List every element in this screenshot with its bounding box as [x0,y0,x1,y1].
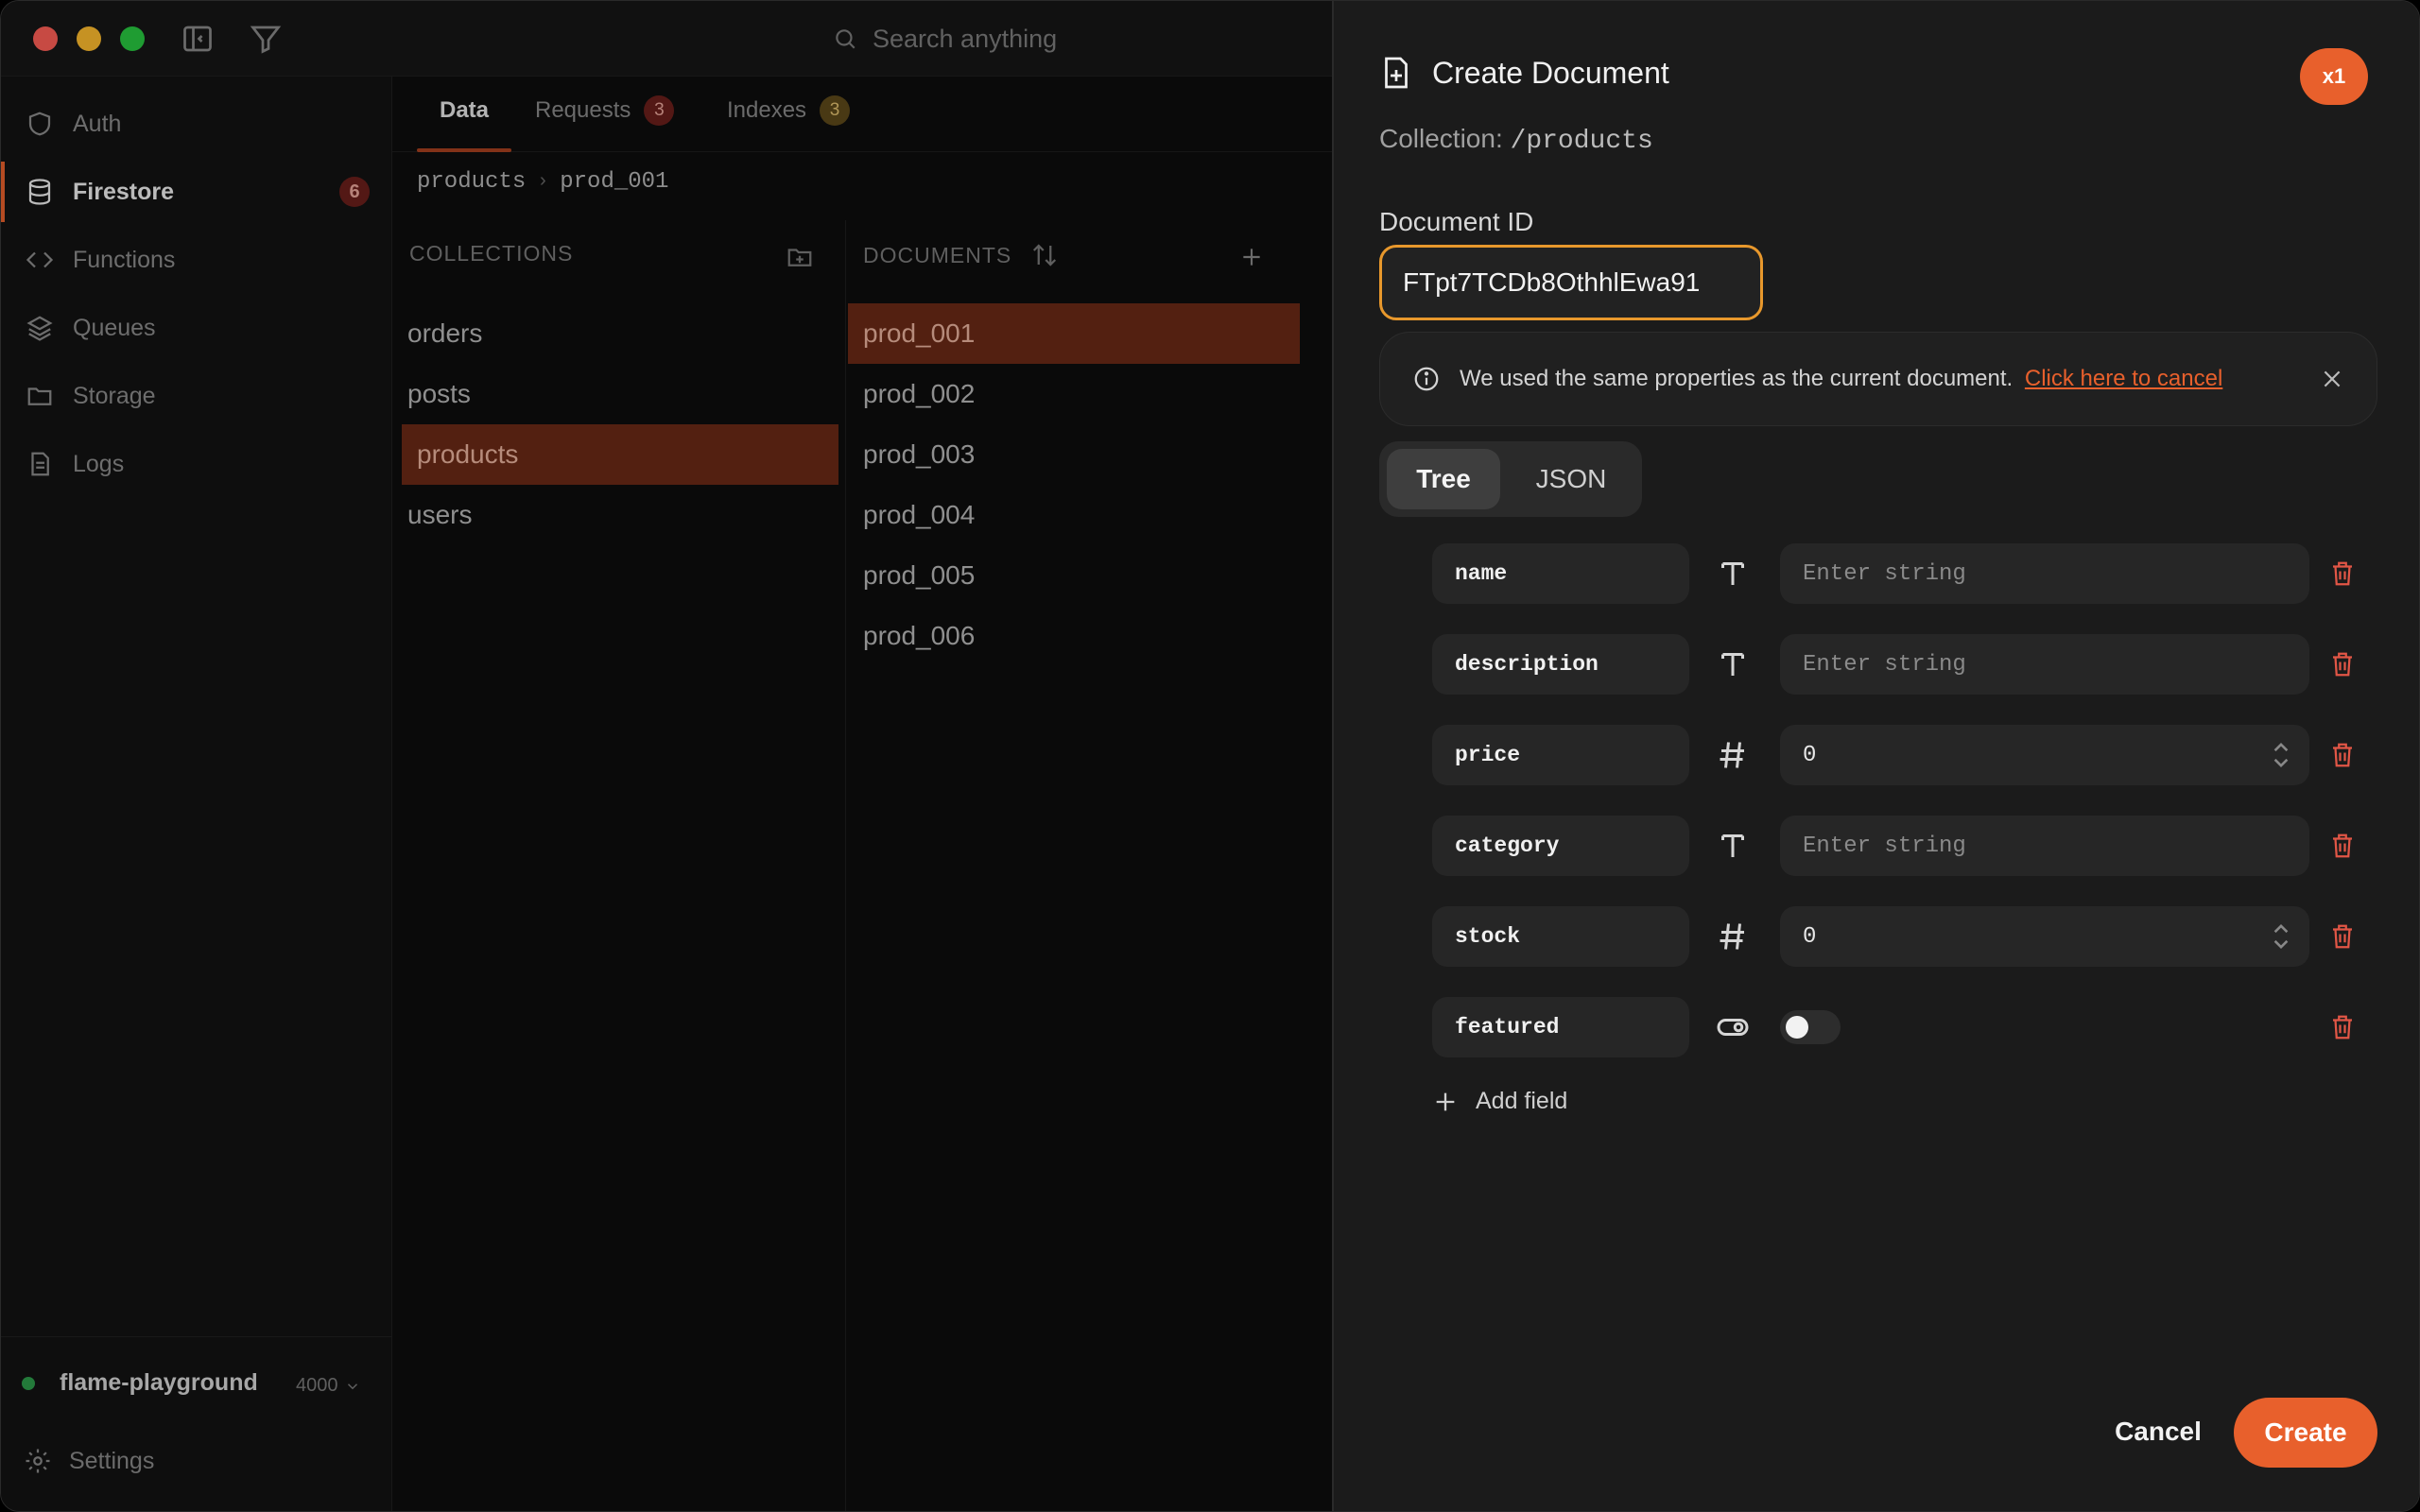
collection-path-value: /products [1510,127,1653,156]
document-id-label: Document ID [1379,207,1534,236]
view-toggle: Tree JSON [1379,441,1642,517]
app-window: Search anything Auth Firestore 6 Functio… [0,0,2420,1512]
document-count-badge[interactable]: x1 [2300,48,2368,105]
document-id-input[interactable]: FTpt7TCDb8OthhlEwa91 [1379,245,1763,320]
trash-icon[interactable] [2328,558,2357,589]
drawer-title-text: Create Document [1432,55,1669,90]
field-name-input[interactable]: price [1432,725,1689,785]
number-type-icon[interactable] [1716,919,1750,954]
field-value-input[interactable]: 0 [1780,906,2309,967]
string-type-icon[interactable] [1716,829,1750,863]
collection-path-label: Collection: [1379,124,1503,153]
tab-json[interactable]: JSON [1508,449,1634,509]
field-value-input[interactable]: Enter string [1780,543,2309,604]
create-button[interactable]: Create [2234,1398,2377,1468]
field-row: description Enter string [1432,634,2377,695]
field-row: featured [1432,997,2377,1057]
field-value-input[interactable]: Enter string [1780,816,2309,876]
stepper-icon[interactable] [2272,740,2290,770]
plus-icon [1436,1092,1455,1110]
info-notice: We used the same properties as the curre… [1379,332,2377,426]
add-field-label: Add field [1476,1088,1568,1114]
string-type-icon[interactable] [1716,647,1750,681]
field-row: price 0 [1432,725,2377,785]
field-name-input[interactable]: category [1432,816,1689,876]
file-plus-icon [1385,57,1408,89]
boolean-type-icon[interactable] [1716,1010,1750,1044]
info-icon [1414,367,1439,391]
trash-icon[interactable] [2328,831,2357,861]
field-value: 0 [1803,923,1817,950]
cancel-prefill-link[interactable]: Click here to cancel [2025,366,2222,391]
field-value: 0 [1803,742,1817,768]
featured-toggle[interactable] [1780,1010,1841,1044]
create-document-drawer: Create Document x1 Collection: /products… [1332,1,2419,1511]
field-row: category Enter string [1432,816,2377,876]
tab-tree[interactable]: Tree [1387,449,1500,509]
field-name-input[interactable]: name [1432,543,1689,604]
field-name-input[interactable]: description [1432,634,1689,695]
string-type-icon[interactable] [1716,557,1750,591]
close-icon[interactable] [2320,367,2344,391]
number-type-icon[interactable] [1716,738,1750,772]
trash-icon[interactable] [2328,1012,2357,1042]
trash-icon[interactable] [2328,921,2357,952]
trash-icon[interactable] [2328,649,2357,679]
trash-icon[interactable] [2328,740,2357,770]
modal-backdrop[interactable] [1,1,1332,1511]
drawer-title: Create Document [1379,54,1669,92]
add-field-button[interactable]: Add field [1432,1088,1567,1115]
field-value-input[interactable]: 0 [1780,725,2309,785]
field-value-input[interactable]: Enter string [1780,634,2309,695]
field-row: name Enter string [1432,543,2377,604]
field-row: stock 0 [1432,906,2377,967]
stepper-icon[interactable] [2272,921,2290,952]
field-name-input[interactable]: stock [1432,906,1689,967]
field-name-input[interactable]: featured [1432,997,1689,1057]
collection-path: Collection: /products [1379,124,1653,156]
notice-text: We used the same properties as the curre… [1460,366,2014,391]
cancel-button[interactable]: Cancel [2075,1398,2241,1466]
